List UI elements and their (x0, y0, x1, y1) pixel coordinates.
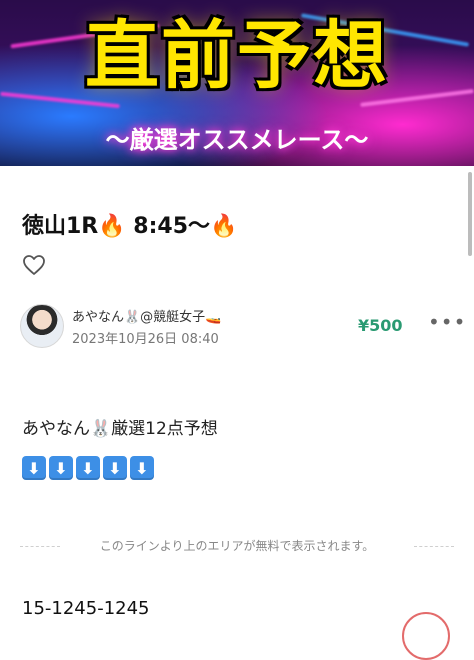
post-date: 2023年10月26日 08:40 (72, 332, 219, 347)
down-arrow-icon: ⬇ (76, 456, 100, 480)
floating-circle-icon[interactable] (402, 612, 450, 660)
heart-outline-icon[interactable] (22, 254, 46, 276)
down-arrow-icon: ⬇ (130, 456, 154, 480)
header-banner-image: 直前予想 〜厳選オススメレース〜 (0, 0, 474, 166)
author-name[interactable]: あやなん🐰@競艇女子🚤 (72, 306, 221, 325)
down-arrow-icon: ⬇ (22, 456, 46, 480)
down-arrow-icon: ⬇ (49, 456, 73, 480)
divider-line (414, 546, 454, 547)
more-dots-icon[interactable]: ••• (428, 310, 466, 334)
free-area-divider: このラインより上のエリアが無料で表示されます。 (20, 536, 454, 556)
arrow-emoji-row: ⬇ ⬇ ⬇ ⬇ ⬇ (22, 456, 154, 480)
price-label: ¥500 (358, 316, 403, 335)
scrollbar[interactable] (468, 172, 472, 256)
article-title: 徳山1R🔥 8:45〜🔥 (22, 214, 238, 239)
body-text-line: あやなん🐰厳選12点予想 (22, 419, 218, 439)
free-area-notice: このラインより上のエリアが無料で表示されます。 (99, 539, 375, 553)
author-row: あやなん🐰@競艇女子🚤 2023年10月26日 08:40 ¥500 ••• (20, 304, 465, 348)
down-arrow-icon: ⬇ (103, 456, 127, 480)
banner-title: 直前予想 (85, 13, 389, 99)
divider-line (20, 546, 60, 547)
banner-subtitle: 〜厳選オススメレース〜 (105, 126, 369, 154)
avatar[interactable] (20, 304, 64, 348)
ticket-combination: 15-1245-1245 (22, 598, 150, 619)
